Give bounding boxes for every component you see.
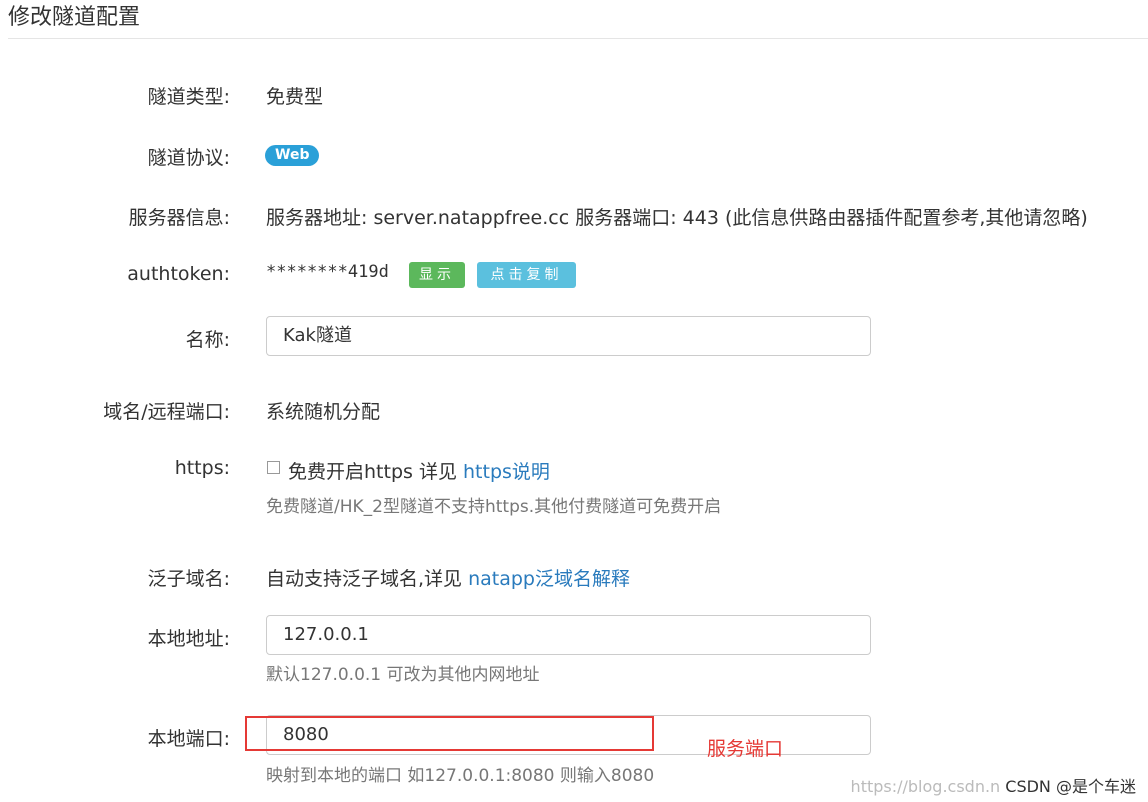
domain-port-value: 系统随机分配 (266, 401, 381, 423)
watermark-brand: CSDN @是个车迷 (1005, 777, 1136, 796)
local-address-input[interactable]: 127.0.0.1 (266, 615, 871, 655)
wildcard-doc-link[interactable]: natapp泛域名解释 (468, 568, 630, 590)
wildcard-label: 泛子域名: (147, 568, 230, 590)
csdn-watermark: https://blog.csdn.n CSDN @是个车迷 (851, 773, 1136, 797)
protocol-label: 隧道协议: (147, 147, 230, 169)
local-address-label: 本地地址: (147, 628, 230, 650)
https-checkbox-text: 免费开启https 详见 https说明 (288, 457, 550, 484)
name-label: 名称: (185, 329, 230, 351)
wildcard-text: 自动支持泛子域名,详见 natapp泛域名解释 (266, 564, 630, 591)
local-port-label: 本地端口: (147, 728, 230, 750)
https-checkbox[interactable] (267, 461, 280, 474)
page-title: 修改隧道配置 (8, 5, 141, 30)
copy-token-button[interactable]: 点击复制 (477, 262, 576, 288)
authtoken-value: ********419d (266, 262, 389, 282)
server-info-value: 服务器地址: server.natappfree.cc 服务器端口: 443 (… (266, 207, 1088, 229)
https-doc-link[interactable]: https说明 (463, 461, 550, 483)
watermark-url: https://blog.csdn.n (850, 777, 1001, 796)
https-help-text: 免费隧道/HK_2型隧道不支持https.其他付费隧道可免费开启 (266, 497, 722, 517)
show-token-button[interactable]: 显示 (409, 262, 465, 288)
tunnel-type-label: 隧道类型: (147, 86, 230, 108)
tunnel-type-value: 免费型 (266, 86, 324, 108)
service-port-annotation: 服务端口 (707, 738, 784, 760)
domain-port-label: 域名/远程端口: (103, 401, 230, 423)
protocol-badge: Web (265, 145, 320, 166)
local-port-help: 映射到本地的端口 如127.0.0.1:8080 则输入8080 (266, 766, 655, 786)
https-checkbox-label: 免费开启https 详见 (288, 461, 457, 483)
local-port-highlight (245, 716, 654, 751)
wildcard-description: 自动支持泛子域名,详见 (266, 568, 463, 590)
server-info-label: 服务器信息: (128, 207, 230, 229)
local-address-help: 默认127.0.0.1 可改为其他内网地址 (266, 665, 540, 685)
name-input[interactable]: Kak隧道 (266, 316, 871, 356)
title-divider (8, 38, 1148, 39)
authtoken-label: authtoken: (127, 263, 230, 285)
https-label: https: (174, 457, 230, 479)
